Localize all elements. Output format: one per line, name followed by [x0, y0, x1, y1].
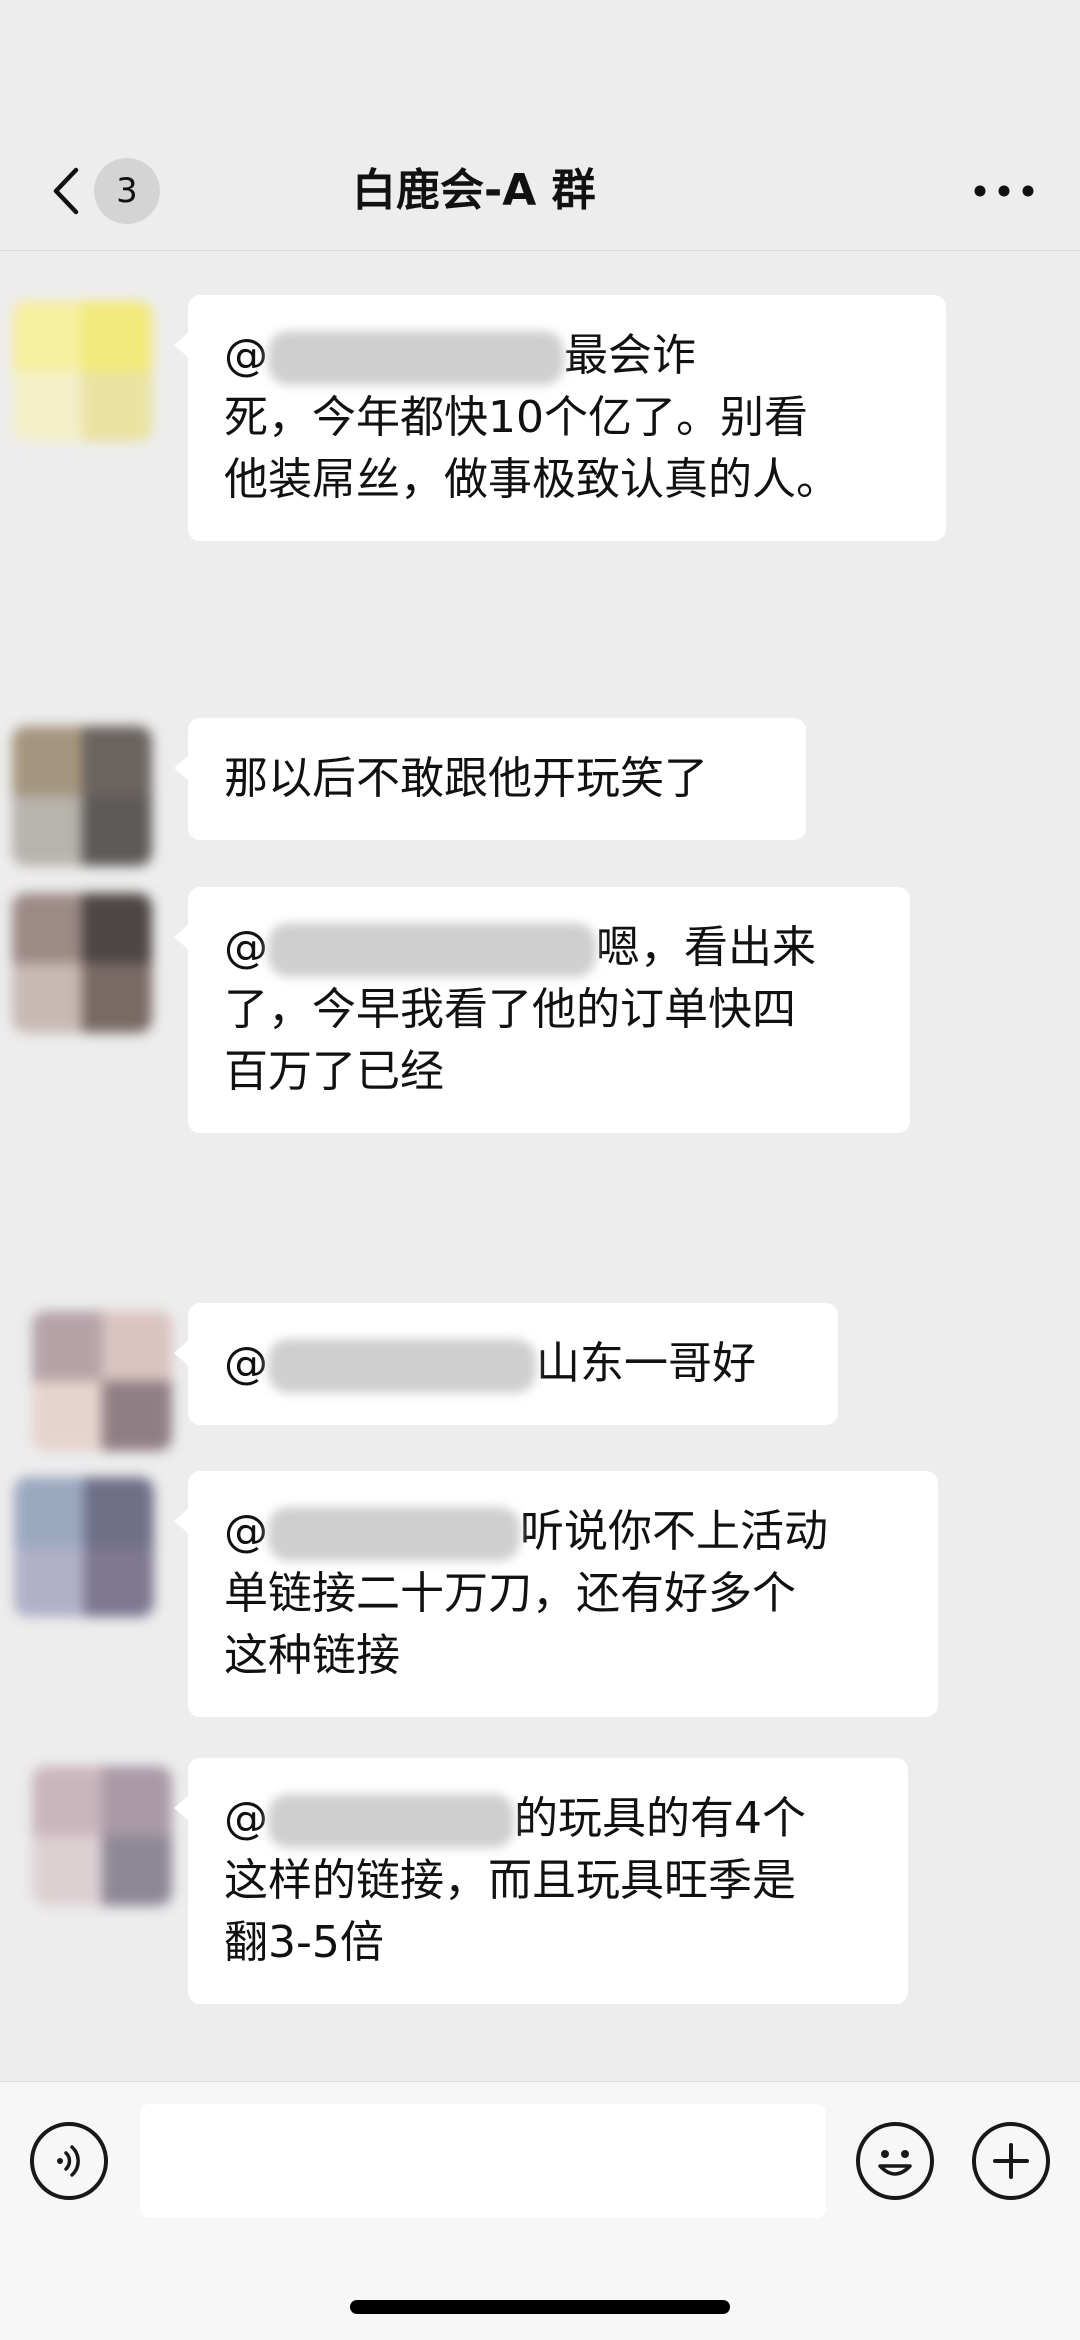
message-line: 这样的链接，而且玩具旺季是: [224, 1855, 796, 1906]
message-text: 听说你不上活动: [520, 1506, 828, 1557]
avatar-tile: [12, 963, 82, 1033]
mention-at: @: [224, 330, 268, 381]
message-line: 单链接二十万刀，还有好多个: [224, 1568, 796, 1619]
avatar-tile: [32, 1836, 102, 1906]
voice-button[interactable]: [30, 2122, 108, 2200]
mention-at: @: [224, 1338, 268, 1389]
message-list[interactable]: @ 最会诈 死，今年都快10个亿了。别看 他装屌丝，做事极致认真的人。 那以后不敢…: [0, 251, 1080, 2081]
avatar-tile: [14, 1547, 84, 1617]
message-line: @ 山东一哥好: [224, 1333, 802, 1395]
message-line: 他装屌丝，做事极致认真的人。: [224, 454, 840, 505]
redacted-name: [268, 1339, 536, 1393]
avatar-tile: [82, 893, 152, 963]
back-button[interactable]: 3: [30, 156, 170, 226]
avatar-tile: [82, 301, 152, 371]
avatar-tile: [102, 1311, 172, 1381]
emoji-icon: [878, 2150, 912, 2176]
avatar-tile: [82, 726, 152, 796]
mention-at: @: [224, 922, 268, 973]
avatar-tile: [82, 796, 152, 866]
avatar[interactable]: [12, 893, 152, 1033]
message-bubble[interactable]: @ 山东一哥好: [174, 1303, 838, 1425]
avatar-tile: [84, 1547, 154, 1617]
avatar[interactable]: [12, 301, 152, 441]
message-line: @ 最会诈: [224, 325, 910, 387]
avatar-tile: [12, 301, 82, 371]
avatar[interactable]: [32, 1766, 172, 1906]
message-text: 最会诈: [564, 330, 696, 381]
avatar-tile: [32, 1766, 102, 1836]
avatar-tile: [12, 726, 82, 796]
message-bubble[interactable]: @ 嗯，看出来 了，今早我看了他的订单快四 百万了已经: [174, 887, 910, 1133]
avatar-tile: [12, 371, 82, 441]
mention-at: @: [224, 1793, 268, 1844]
message-text: 的玩具的有4个: [514, 1793, 806, 1844]
avatar-tile: [102, 1836, 172, 1906]
avatar[interactable]: [14, 1477, 154, 1617]
message-bubble[interactable]: @ 最会诈 死，今年都快10个亿了。别看 他装屌丝，做事极致认真的人。: [174, 295, 946, 541]
plus-button[interactable]: [972, 2122, 1050, 2200]
redacted-name: [268, 331, 564, 385]
avatar-tile: [32, 1311, 102, 1381]
avatar[interactable]: [32, 1311, 172, 1451]
avatar-tile: [14, 1477, 84, 1547]
message-line: 百万了已经: [224, 1046, 444, 1097]
avatar-tile: [84, 1477, 154, 1547]
avatar-tile: [12, 796, 82, 866]
avatar-tile: [12, 893, 82, 963]
avatar-tile: [82, 963, 152, 1033]
more-horizontal-icon: [974, 185, 1034, 197]
message-text: 山东一哥好: [536, 1338, 756, 1389]
message-line: 这种链接: [224, 1630, 400, 1681]
message-bubble[interactable]: @ 听说你不上活动 单链接二十万刀，还有好多个 这种链接: [174, 1471, 938, 1717]
avatar[interactable]: [12, 726, 152, 866]
redacted-name: [268, 1794, 514, 1848]
unread-count-badge: 3: [94, 158, 160, 224]
plus-icon: [993, 2143, 1029, 2179]
emoji-button[interactable]: [856, 2122, 934, 2200]
status-bar: [0, 0, 1080, 140]
redacted-name: [268, 1507, 520, 1561]
home-indicator: [350, 2300, 730, 2314]
message-input[interactable]: [140, 2104, 826, 2218]
message-line: @ 听说你不上活动: [224, 1501, 902, 1563]
avatar-tile: [32, 1381, 102, 1451]
voice-icon: [57, 2145, 80, 2177]
more-button[interactable]: [964, 156, 1044, 226]
mention-at: @: [224, 1506, 268, 1557]
message-line: 了，今早我看了他的订单快四: [224, 984, 796, 1035]
avatar-tile: [82, 371, 152, 441]
chevron-left-icon: [53, 167, 79, 215]
message-bubble[interactable]: @ 的玩具的有4个 这样的链接，而且玩具旺季是 翻3-5倍: [174, 1758, 908, 2004]
message-text: 那以后不敢跟他开玩笑了: [224, 753, 708, 804]
nav-bar: 3 白鹿会-A 群: [0, 130, 1080, 251]
message-text: 嗯，看出来: [596, 922, 816, 973]
redacted-name: [268, 923, 596, 977]
message-line: @ 嗯，看出来: [224, 917, 874, 979]
chat-title: 白鹿会-A 群: [352, 165, 596, 216]
message-line: @ 的玩具的有4个: [224, 1788, 872, 1850]
message-line: 翻3-5倍: [224, 1917, 384, 1968]
avatar-tile: [102, 1766, 172, 1836]
avatar-tile: [102, 1381, 172, 1451]
message-bubble[interactable]: 那以后不敢跟他开玩笑了: [174, 718, 806, 840]
message-line: 死，今年都快10个亿了。别看: [224, 392, 808, 443]
